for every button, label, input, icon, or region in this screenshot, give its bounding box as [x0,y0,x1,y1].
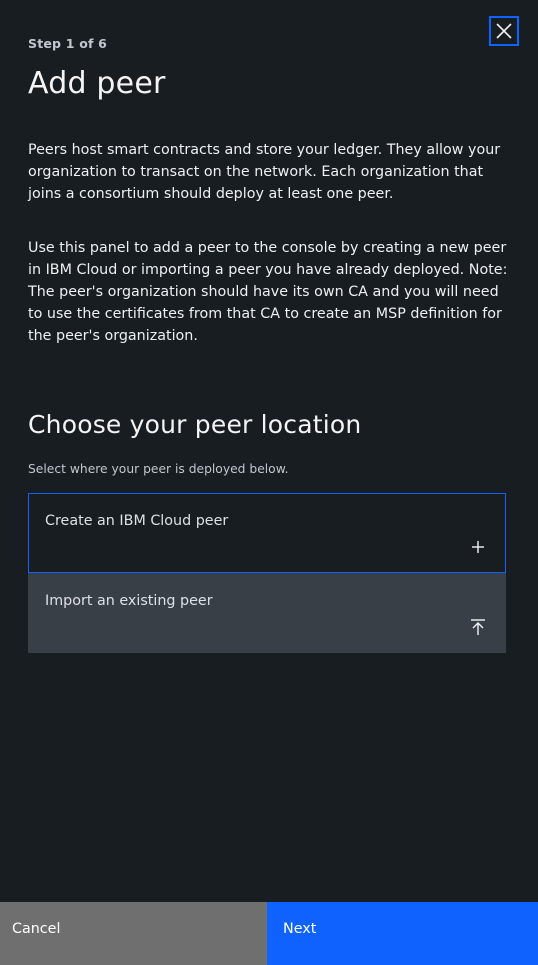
page-title: Add peer [28,66,166,101]
close-button[interactable] [489,16,519,46]
intro-paragraph-1: Peers host smart contracts and store you… [28,142,501,202]
peer-location-title: Choose your peer location [28,410,362,439]
import-existing-peer-tile[interactable]: Import an existing peer [28,573,506,653]
next-button[interactable]: Next [267,902,538,965]
upload-icon [471,619,485,635]
tile-label: Create an IBM Cloud peer [45,513,229,529]
tile-label: Import an existing peer [45,593,213,609]
panel-footer: Cancel Next [0,902,538,965]
cancel-button[interactable]: Cancel [0,902,267,965]
peer-location-help: Select where your peer is deployed below… [28,462,289,476]
add-peer-panel: Step 1 of 6 Add peer Peers host smart co… [0,0,538,965]
step-indicator: Step 1 of 6 [28,36,108,51]
plus-icon [472,541,484,553]
intro-paragraph-2: Use this panel to add a peer to the cons… [28,240,508,344]
close-icon [496,23,512,39]
create-ibm-cloud-peer-tile[interactable]: Create an IBM Cloud peer [28,493,506,573]
